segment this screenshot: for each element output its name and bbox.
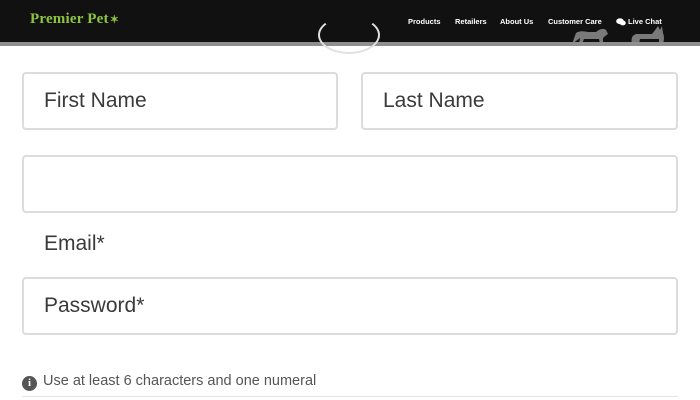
first-name-field[interactable]	[22, 72, 338, 130]
profile-avatar-outline	[318, 16, 380, 54]
logo-text: Premier Pet	[30, 11, 109, 27]
premier-pet-logo[interactable]: Premier Pet✶	[30, 11, 119, 28]
nav-retailers[interactable]: Retailers	[455, 16, 487, 28]
password-hint: i Use at least 6 characters and one numer…	[22, 373, 316, 391]
last-name-field[interactable]	[361, 72, 678, 130]
password-hint-text: Use at least 6 characters and one numera…	[43, 373, 317, 389]
email-label: Email*	[44, 232, 105, 255]
dog-and-cat-silhouette-icon	[572, 26, 664, 44]
divider	[22, 396, 678, 397]
info-icon: i	[22, 376, 37, 391]
nav-products[interactable]: Products	[408, 16, 441, 28]
nav-about-us[interactable]: About Us	[500, 16, 533, 28]
empty-text-field[interactable]	[22, 155, 678, 213]
paw-icon: ✶	[109, 14, 120, 26]
password-field[interactable]	[22, 277, 678, 335]
